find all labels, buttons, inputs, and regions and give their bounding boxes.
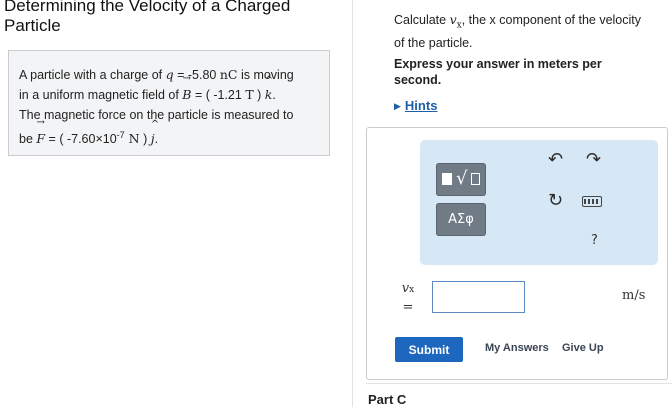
greek-symbols-button[interactable]: ΑΣφ — [436, 203, 486, 236]
problem-line-1: A particle with a charge of q = -5.80 nC… — [19, 65, 319, 85]
force-unit: N — [124, 131, 140, 147]
force-symbol: F — [36, 118, 45, 149]
problem-text: be — [19, 132, 37, 147]
section-divider — [366, 383, 672, 384]
problem-title: Determining the Velocity of a Charged Pa… — [4, 0, 304, 36]
answer-input[interactable] — [432, 281, 525, 313]
keyboard-icon[interactable] — [582, 196, 602, 207]
problem-text: in a uniform magnetic field of — [19, 88, 183, 102]
question-variable: v — [449, 12, 457, 27]
answer-instruction: Express your answer in meters per second… — [394, 57, 602, 87]
charge-symbol: q — [165, 67, 174, 82]
magnetic-field-symbol: B — [182, 74, 191, 105]
j-unit-vector: j — [151, 120, 155, 149]
problem-statement-box: A particle with a charge of q = -5.80 nC… — [8, 50, 330, 156]
radicand-box-icon — [471, 173, 480, 185]
column-divider — [352, 0, 353, 407]
templates-button[interactable]: √ — [436, 163, 486, 196]
question-text: Calculate vx, the x component of the vel… — [394, 11, 644, 52]
force-value: = ( -7.60×10 — [45, 132, 117, 147]
charge-unit: nC — [219, 67, 238, 82]
answer-variable-subscript: x — [409, 285, 415, 295]
equals-sign: = — [402, 300, 414, 315]
force-exponent: -7 — [116, 130, 125, 140]
problem-title-line2: Particle — [4, 16, 61, 35]
hints-label: Hints — [404, 98, 438, 113]
charge-value: = -5.80 — [173, 68, 220, 82]
problem-line-4: be F = ( -7.60×10-7 N ) j. — [19, 118, 319, 149]
problem-text: . — [154, 132, 159, 147]
problem-text: ) — [253, 88, 265, 102]
problem-text: . — [272, 88, 276, 102]
hints-link[interactable]: ▶ Hints — [394, 98, 437, 113]
problem-text: ) — [139, 132, 151, 147]
problem-line-2: in a uniform magnetic field of B = ( -1.… — [19, 74, 319, 105]
problem-line-3: The magnetic force on the particle is me… — [19, 108, 294, 122]
reset-icon[interactable]: ↻ — [548, 191, 563, 211]
give-up-link[interactable]: Give Up — [562, 342, 604, 354]
field-value: = ( -1.21 — [191, 88, 246, 102]
my-answers-link[interactable]: My Answers — [485, 342, 549, 354]
k-unit-vector: k — [265, 76, 273, 105]
radical-icon: √ — [456, 168, 468, 189]
triangle-right-icon: ▶ — [394, 101, 401, 111]
redo-icon[interactable]: ↷ — [586, 150, 601, 170]
problem-title-line1: Determining the Velocity of a Charged — [4, 0, 291, 15]
answer-unit: m/s — [622, 288, 646, 303]
submit-button[interactable]: Submit — [395, 337, 463, 362]
fraction-template-icon — [442, 173, 452, 185]
question-pre: Calculate — [394, 13, 450, 27]
field-unit: T — [245, 87, 254, 102]
undo-icon[interactable]: ↶ — [548, 150, 563, 170]
help-icon[interactable]: ? — [591, 231, 598, 251]
part-c-heading[interactable]: Part C — [368, 392, 406, 407]
answer-variable-label: vx = — [400, 282, 416, 314]
problem-text: A particle with a charge of — [19, 68, 166, 82]
